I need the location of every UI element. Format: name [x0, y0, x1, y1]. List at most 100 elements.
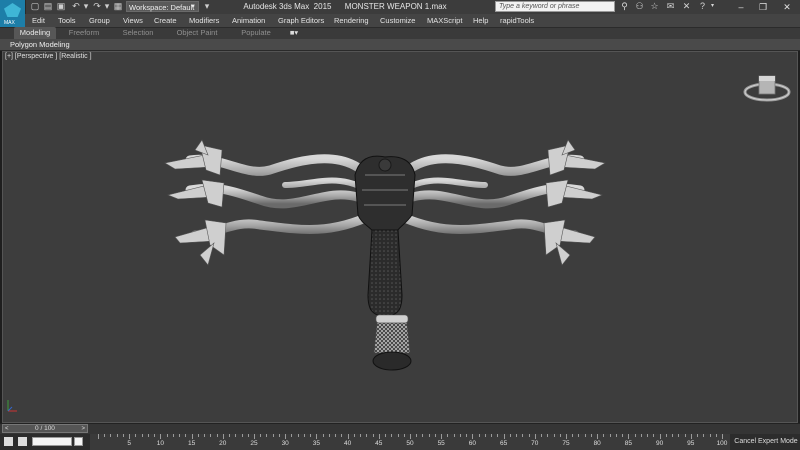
timeline-tick-label: 25 — [250, 440, 258, 447]
timeline-tick — [410, 434, 411, 439]
menu-views[interactable]: Views — [123, 14, 143, 27]
timeline-tick — [722, 434, 723, 439]
timeline-tick — [441, 434, 443, 439]
timeline-tick — [428, 434, 430, 437]
workspace-dropdown[interactable]: Workspace: Default ▼ — [126, 1, 199, 12]
close-search-icon[interactable]: ✕ — [681, 1, 692, 12]
search-input[interactable]: Type a keyword or phrase — [495, 1, 615, 12]
timeline-tick-label: 90 — [655, 440, 664, 447]
minilistener-icon[interactable] — [4, 437, 13, 446]
timeline-tick — [129, 434, 131, 439]
maximize-icon[interactable]: ❐ — [752, 0, 774, 14]
new-file-icon[interactable]: ▢ — [30, 1, 40, 12]
timeline-tick — [703, 434, 705, 437]
timeline-tick — [278, 434, 280, 437]
time-next-icon[interactable]: > — [81, 425, 85, 433]
menu-tools[interactable]: Tools — [58, 14, 76, 27]
track-bar[interactable]: 5 10 15 20 25 30 35 40 45 50 55 60 65 70 75 80 85 90 95 100 — [90, 434, 730, 450]
undo-icon[interactable]: ↶ — [71, 1, 81, 12]
timeline-tick — [566, 434, 567, 439]
timeline-tick — [179, 434, 181, 437]
cancel-expert-mode-button[interactable]: Cancel Expert Mode — [732, 434, 800, 450]
ribbon-options-icon[interactable]: ■▾ — [284, 27, 304, 39]
timeline-tick — [497, 434, 499, 437]
menu-customize[interactable]: Customize — [380, 14, 415, 27]
tab-freeform[interactable]: Freeform — [62, 27, 106, 39]
tab-selection[interactable]: Selection — [116, 27, 160, 39]
app-menu-button[interactable]: MAX — [0, 0, 26, 28]
timeline-tick — [135, 434, 137, 437]
timeline-tick — [603, 434, 605, 437]
timeline-tick — [328, 434, 330, 437]
timeline-tick-label: 65 — [499, 440, 508, 447]
menu-animation[interactable]: Animation — [232, 14, 265, 27]
frame-readout: 0 / 100 — [35, 425, 55, 432]
favorites-icon[interactable]: ☆ — [649, 1, 660, 12]
open-folder-icon[interactable]: ▤ — [43, 1, 53, 12]
timeline-toggle-icon[interactable] — [18, 437, 27, 446]
timeline-tick — [147, 434, 149, 437]
axis-tripod-icon — [7, 400, 17, 412]
menu-graph-editors[interactable]: Graph Editors — [278, 14, 324, 27]
project-folder-icon[interactable]: ▦ — [113, 1, 123, 12]
timeline-tick — [210, 434, 212, 437]
timeline-tick — [622, 434, 624, 437]
timeline-tick — [634, 434, 636, 437]
menu-modifiers[interactable]: Modifiers — [189, 14, 219, 27]
menu-rapidtools[interactable]: rapidTools — [500, 14, 534, 27]
timeline-tick — [122, 434, 124, 437]
timeline-tick — [640, 434, 642, 437]
timeline-tick — [291, 434, 293, 437]
timeline-tick — [491, 434, 493, 437]
minimize-icon[interactable]: – — [730, 0, 752, 14]
timeline-tick — [266, 434, 268, 437]
menu-create[interactable]: Create — [154, 14, 177, 27]
viewcube-icon[interactable] — [742, 72, 792, 104]
time-slider-handle[interactable]: < 0 / 100 > — [2, 424, 88, 433]
timeline-tick-label: 20 — [219, 440, 227, 447]
timeline-tick — [478, 434, 480, 437]
timeline-tick-label: 5 — [127, 440, 131, 447]
menu-maxscript[interactable]: MAXScript — [427, 14, 462, 27]
help-dropdown-icon[interactable]: ▾ — [707, 1, 718, 12]
timeline-tick-label: 95 — [687, 440, 695, 447]
monster-weapon-model[interactable] — [150, 125, 620, 380]
timeline-tick-label: 55 — [437, 440, 445, 447]
polygon-modeling-panel[interactable]: Polygon Modeling — [10, 39, 70, 50]
tab-modeling[interactable]: Modeling — [14, 27, 56, 39]
time-prev-icon[interactable]: < — [5, 425, 9, 433]
save-icon[interactable]: ▣ — [56, 1, 66, 12]
listener-field-2[interactable] — [74, 437, 83, 446]
timeline-tick — [672, 434, 674, 437]
max-logo-icon — [4, 3, 21, 17]
timeline-tick — [572, 434, 574, 437]
communication-icon[interactable]: ✉ — [665, 1, 676, 12]
timeline-tick — [310, 434, 312, 437]
viewport-label[interactable]: [+] [Perspective ] [Realistic ] — [5, 53, 92, 60]
timeline-tick — [166, 434, 168, 437]
menu-group[interactable]: Group — [89, 14, 110, 27]
redo-dropdown-icon[interactable]: ▾ — [102, 1, 112, 12]
timeline-tick-label: 50 — [406, 440, 414, 447]
undo-dropdown-icon[interactable]: ▾ — [81, 1, 91, 12]
timeline-tick — [416, 434, 418, 437]
timeline-tick — [235, 434, 237, 437]
timeline-tick-label: 10 — [156, 440, 165, 447]
menu-help[interactable]: Help — [473, 14, 488, 27]
menu-edit[interactable]: Edit — [32, 14, 45, 27]
tab-populate[interactable]: Populate — [236, 27, 276, 39]
maxscript-listener-field[interactable] — [32, 437, 72, 446]
timeline-tick-label: 70 — [531, 440, 539, 447]
timeline-tick — [559, 434, 561, 437]
tab-object-paint[interactable]: Object Paint — [172, 27, 222, 39]
timeline-tick — [216, 434, 218, 437]
search-icon[interactable]: ⚲ — [619, 1, 630, 12]
timeline-tick — [110, 434, 112, 437]
timeline-tick — [285, 434, 287, 439]
toolbar-dropdown-icon[interactable]: ▾ — [202, 1, 212, 12]
redo-icon[interactable]: ↷ — [92, 1, 102, 12]
subscription-icon[interactable]: ⚇ — [634, 1, 645, 12]
menu-rendering[interactable]: Rendering — [334, 14, 369, 27]
timeline-tick — [378, 434, 380, 439]
close-icon[interactable]: ✕ — [776, 0, 798, 14]
